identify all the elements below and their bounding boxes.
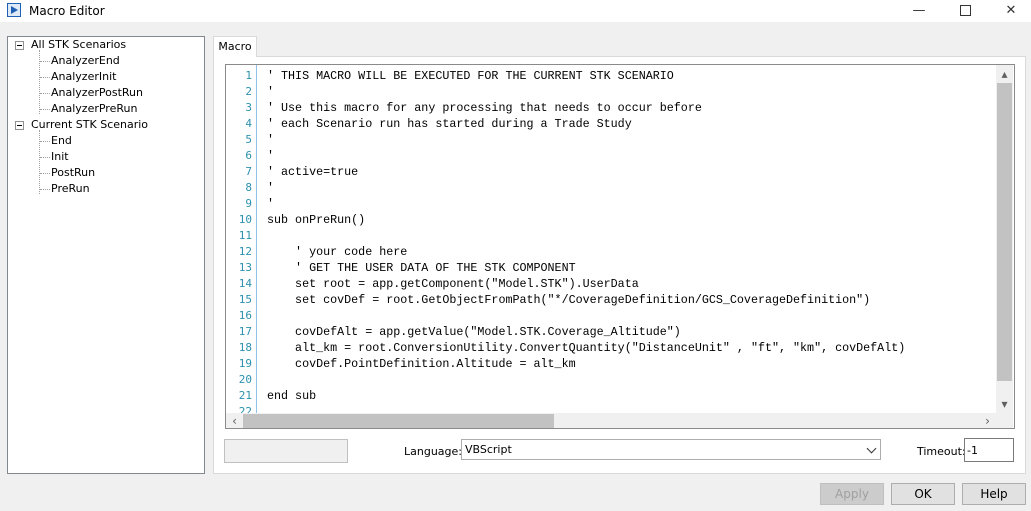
code-line[interactable]: ' [267,148,997,164]
chevron-down-icon [866,443,877,454]
code-editor[interactable]: 1 2 3 4 5 6 7 8 9 10 11 12 13 14 15 16 17 18 19 20 21 22 ' TH… [225,64,1015,429]
tab-macro[interactable]: Macro [213,36,257,57]
code-line[interactable]: alt_km = root.ConversionUtility.ConvertQ… [267,340,997,356]
tree-connector [40,61,50,62]
tree-node-current-stk-scenario[interactable]: Current STK Scenario [31,117,148,133]
tree-connector [40,77,50,78]
line-number: 13 [238,261,252,274]
collapse-icon[interactable] [15,121,24,130]
scroll-right-icon[interactable]: › [979,413,996,428]
code-line[interactable]: covDefAlt = app.getValue("Model.STK.Cove… [267,324,997,340]
code-line[interactable]: ' THIS MACRO WILL BE EXECUTED FOR THE CU… [267,68,997,84]
horizontal-scroll-thumb[interactable] [243,414,554,428]
tree-item-analyzer-end[interactable]: AnalyzerEnd [51,53,120,69]
line-number: 5 [245,133,252,146]
tree-item-init[interactable]: Init [51,149,69,165]
code-line[interactable] [267,372,997,388]
line-number: 6 [245,149,252,162]
language-label: Language: [404,445,462,458]
close-button[interactable]: ✕ [988,0,1031,22]
tree-item-analyzer-post-run[interactable]: AnalyzerPostRun [51,85,143,101]
tree-connector [40,173,50,174]
line-number: 1 [245,69,252,82]
tree-connector [40,189,50,190]
line-number: 3 [245,101,252,114]
line-number: 8 [245,181,252,194]
line-number: 17 [238,325,252,338]
gutter-divider [256,65,257,413]
tree-item-post-run[interactable]: PostRun [51,165,95,181]
line-number: 15 [238,293,252,306]
timeout-input[interactable] [964,438,1014,462]
status-box [224,439,348,463]
code-line[interactable]: end sub [267,388,997,404]
line-number: 21 [238,389,252,402]
scrollbar-corner [996,413,1013,428]
tree-connector [40,93,50,94]
tree-item-pre-run[interactable]: PreRun [51,181,90,197]
code-line[interactable]: ' [267,132,997,148]
code-line[interactable] [267,308,997,324]
maximize-button[interactable] [942,0,988,22]
code-line[interactable]: covDef.PointDefinition.Altitude = alt_km [267,356,997,372]
collapse-icon[interactable] [15,41,24,50]
title-bar: Macro Editor — ✕ [0,0,1031,22]
help-button[interactable]: Help [962,483,1026,505]
code-line[interactable]: ' [267,84,997,100]
tree-item-end[interactable]: End [51,133,72,149]
code-line[interactable]: ' active=true [267,164,997,180]
tree-item-analyzer-pre-run[interactable]: AnalyzerPreRun [51,101,137,117]
line-number: 12 [238,245,252,258]
timeout-label: Timeout: [917,445,966,458]
tree-connector [39,50,40,114]
tree-connector [40,141,50,142]
vertical-scrollbar[interactable]: ▴ ▾ [996,65,1013,413]
tree-node-all-stk-scenarios[interactable]: All STK Scenarios [31,37,126,53]
tree-connector [40,157,50,158]
code-line[interactable]: ' your code here [267,244,997,260]
code-line[interactable]: sub onPreRun() [267,212,997,228]
line-number: 4 [245,117,252,130]
code-line[interactable]: ' GET THE USER DATA OF THE STK COMPONENT [267,260,997,276]
line-number: 7 [245,165,252,178]
line-number-gutter: 1 2 3 4 5 6 7 8 9 10 11 12 13 14 15 16 17 18 19 20 21 22 [226,68,252,420]
code-text-area[interactable]: ' THIS MACRO WILL BE EXECUTED FOR THE CU… [267,68,997,420]
line-number: 11 [238,229,252,242]
line-number: 19 [238,357,252,370]
code-line[interactable] [267,228,997,244]
line-number: 20 [238,373,252,386]
code-line[interactable]: ' Use this macro for any processing that… [267,100,997,116]
line-number: 2 [245,85,252,98]
scroll-left-icon[interactable]: ‹ [226,413,243,428]
line-number: 14 [238,277,252,290]
ok-button[interactable]: OK [891,483,955,505]
vertical-scroll-thumb[interactable] [997,83,1012,381]
apply-button[interactable]: Apply [820,483,884,505]
tree-connector [40,109,50,110]
code-line[interactable]: set root = app.getComponent("Model.STK")… [267,276,997,292]
minimize-button[interactable]: — [896,0,942,22]
code-line[interactable]: ' each Scenario run has started during a… [267,116,997,132]
code-line[interactable]: ' [267,196,997,212]
language-value: VBScript [465,443,512,456]
window-title: Macro Editor [29,4,105,18]
app-icon [7,3,21,17]
code-line[interactable]: ' [267,180,997,196]
maximize-icon [959,5,971,16]
tree-connector [39,130,40,194]
tree-item-analyzer-init[interactable]: AnalyzerInit [51,69,116,85]
line-number: 10 [238,213,252,226]
horizontal-scrollbar[interactable]: ‹ › [226,413,996,428]
scroll-down-icon[interactable]: ▾ [996,396,1013,412]
scenario-tree[interactable]: All STK Scenarios AnalyzerEnd AnalyzerIn… [7,36,205,474]
language-select[interactable]: VBScript [461,439,881,460]
line-number: 16 [238,309,252,322]
line-number: 9 [245,197,252,210]
code-line[interactable]: set covDef = root.GetObjectFromPath("*/C… [267,292,997,308]
line-number: 18 [238,341,252,354]
scroll-up-icon[interactable]: ▴ [996,66,1013,82]
